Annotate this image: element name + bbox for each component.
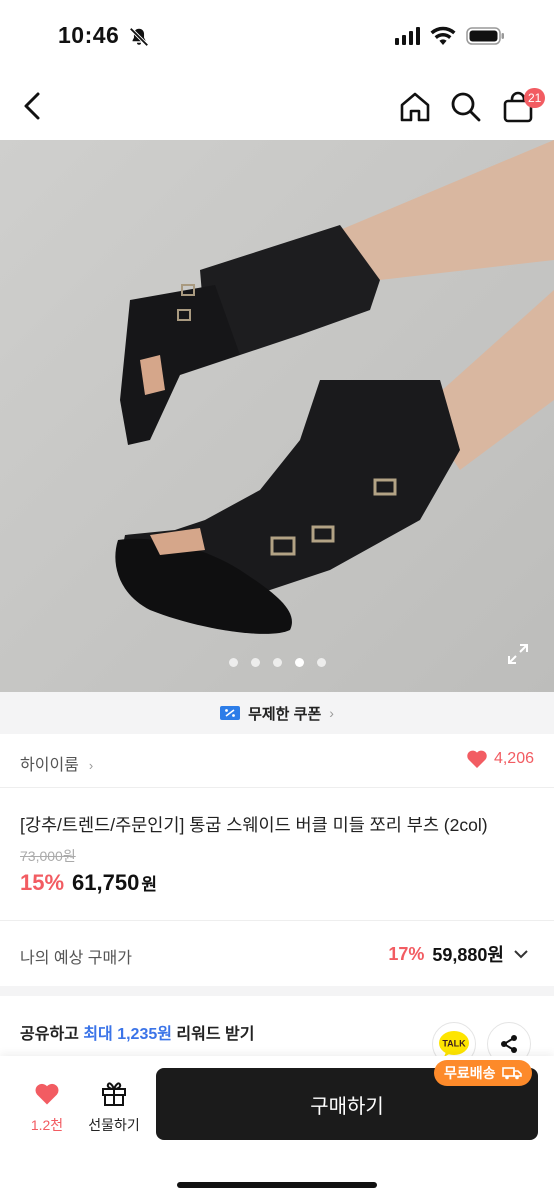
like-button[interactable]: 4,206 bbox=[466, 749, 534, 769]
gift-label: 선물하기 bbox=[88, 1117, 140, 1133]
wishlist-count: 1.2천 bbox=[30, 1117, 64, 1133]
free-shipping-badge: 무료배송 bbox=[434, 1060, 532, 1086]
expected-price-row[interactable]: 나의 예상 구매가 17% 59,880원 bbox=[0, 922, 554, 986]
product-image[interactable] bbox=[0, 140, 554, 692]
share-reward-amount: 최대 1,235원 bbox=[83, 1026, 172, 1043]
kakao-talk-icon: TALK bbox=[439, 1031, 469, 1057]
brand-row: 하이이룸 › 4,206 bbox=[0, 736, 554, 788]
sale-price: 61,750 bbox=[72, 870, 140, 895]
wishlist-button[interactable]: 1.2천 bbox=[20, 1082, 74, 1135]
kakao-label: TALK bbox=[442, 1039, 466, 1049]
status-time: 10:46 bbox=[58, 22, 120, 48]
coupon-label: 무제한 쿠폰 bbox=[248, 705, 322, 723]
product-photo bbox=[0, 140, 554, 692]
gift-button[interactable]: 선물하기 bbox=[84, 1080, 144, 1135]
product-title: [강추/트렌드/주문인기] 통굽 스웨이드 버클 미들 쪼리 부츠 (2col) bbox=[20, 815, 488, 835]
battery-icon bbox=[466, 27, 504, 45]
back-icon[interactable] bbox=[18, 88, 48, 124]
truck-icon bbox=[501, 1067, 522, 1080]
gallery-pagination bbox=[0, 658, 554, 667]
expand-icon[interactable] bbox=[506, 642, 530, 666]
currency-unit: 원 bbox=[141, 875, 157, 894]
home-icon[interactable] bbox=[398, 90, 432, 124]
divider bbox=[0, 920, 554, 921]
brand-name: 하이이룸 bbox=[20, 757, 79, 774]
coupon-banner[interactable]: 무제한 쿠폰 › bbox=[0, 692, 554, 734]
share-icon bbox=[501, 1035, 517, 1053]
expected-discount: 17% bbox=[388, 943, 425, 964]
gift-icon bbox=[102, 1082, 126, 1106]
share-suffix: 리워드 받기 bbox=[171, 1026, 255, 1043]
home-indicator bbox=[177, 1182, 377, 1188]
discount-rate: 15% bbox=[20, 870, 65, 895]
expected-price-label: 나의 예상 구매가 bbox=[20, 950, 132, 967]
free-shipping-label: 무료배송 bbox=[444, 1065, 496, 1081]
status-bar: 10:46 bbox=[0, 0, 554, 70]
expected-price: 59,880원 bbox=[432, 945, 504, 965]
price-row: 15% 61,750 원 bbox=[20, 870, 157, 896]
cart-count-badge: 21 bbox=[524, 88, 546, 108]
brand-link[interactable]: 하이이룸 › bbox=[20, 751, 93, 775]
like-count: 4,206 bbox=[493, 750, 534, 767]
coupon-icon bbox=[220, 706, 241, 720]
share-reward-text: 공유하고 최대 1,235원 리워드 받기 bbox=[20, 1020, 254, 1044]
wifi-icon bbox=[430, 26, 456, 45]
heart-icon bbox=[35, 1083, 59, 1105]
search-icon[interactable] bbox=[449, 90, 483, 124]
gallery-dot[interactable] bbox=[228, 658, 238, 667]
bell-off-icon bbox=[129, 27, 149, 47]
chevron-right-icon: › bbox=[88, 758, 94, 773]
original-price: 73,000원 bbox=[20, 848, 76, 864]
gallery-dot-active[interactable] bbox=[294, 658, 304, 667]
gallery-dot[interactable] bbox=[272, 658, 282, 667]
chevron-right-icon: › bbox=[329, 705, 334, 721]
share-prefix: 공유하고 bbox=[20, 1026, 84, 1043]
gallery-dot[interactable] bbox=[250, 658, 260, 667]
signal-icon bbox=[395, 27, 420, 45]
chevron-down-icon bbox=[514, 950, 528, 959]
section-separator bbox=[0, 986, 554, 996]
gallery-dot[interactable] bbox=[316, 658, 326, 667]
heart-icon bbox=[467, 750, 487, 768]
nav-bar bbox=[0, 70, 554, 142]
